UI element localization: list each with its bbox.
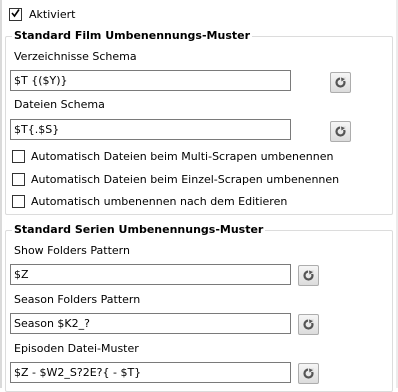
auto-rename-single-scrape-checkbox[interactable] [12, 173, 25, 186]
show-folders-input[interactable]: $Z [10, 264, 291, 285]
series-section-title: Standard Serien Umbenennungs-Muster [12, 223, 266, 237]
movie-section-title: Standard Film Umbenennungs-Muster [12, 29, 253, 43]
auto-rename-multi-scrape-checkbox[interactable] [12, 150, 25, 163]
folder-schema-label: Verzeichnisse Schema [14, 50, 137, 63]
file-schema-label: Dateien Schema [14, 98, 105, 111]
activated-checkbox[interactable] [9, 8, 22, 21]
show-folders-label: Show Folders Pattern [14, 244, 130, 257]
show-folders-reset-button[interactable] [298, 265, 319, 286]
season-folders-reset-button[interactable] [298, 314, 319, 335]
activated-label: Aktiviert [29, 8, 76, 21]
auto-rename-after-edit-label: Automatisch umbenennen nach dem Editiere… [31, 195, 288, 208]
reset-icon [303, 270, 314, 281]
file-schema-reset-button[interactable] [330, 121, 351, 142]
checkmark-icon [11, 9, 20, 18]
episode-files-input[interactable]: $Z - $W2_S?2E?{ - $T} [10, 362, 291, 383]
episode-files-reset-button[interactable] [298, 363, 319, 384]
auto-rename-multi-scrape-label: Automatisch Dateien beim Multi-Scrapen u… [31, 150, 334, 163]
file-schema-input[interactable]: $T{.$S} [10, 119, 291, 140]
season-folders-label: Season Folders Pattern [14, 293, 141, 306]
reset-icon [335, 126, 346, 137]
auto-rename-single-scrape-label: Automatisch Dateien beim Einzel-Scrapen … [31, 173, 340, 186]
auto-rename-after-edit-checkbox[interactable] [12, 195, 25, 208]
reset-icon [335, 77, 346, 88]
reset-icon [303, 319, 314, 330]
folder-schema-input[interactable]: $T {($Y)} [10, 70, 291, 91]
episode-files-label: Episoden Datei-Muster [14, 342, 139, 355]
window-border-left [0, 0, 2, 388]
reset-icon [303, 368, 314, 379]
folder-schema-reset-button[interactable] [330, 72, 351, 93]
season-folders-input[interactable]: Season $K2_? [10, 313, 291, 334]
